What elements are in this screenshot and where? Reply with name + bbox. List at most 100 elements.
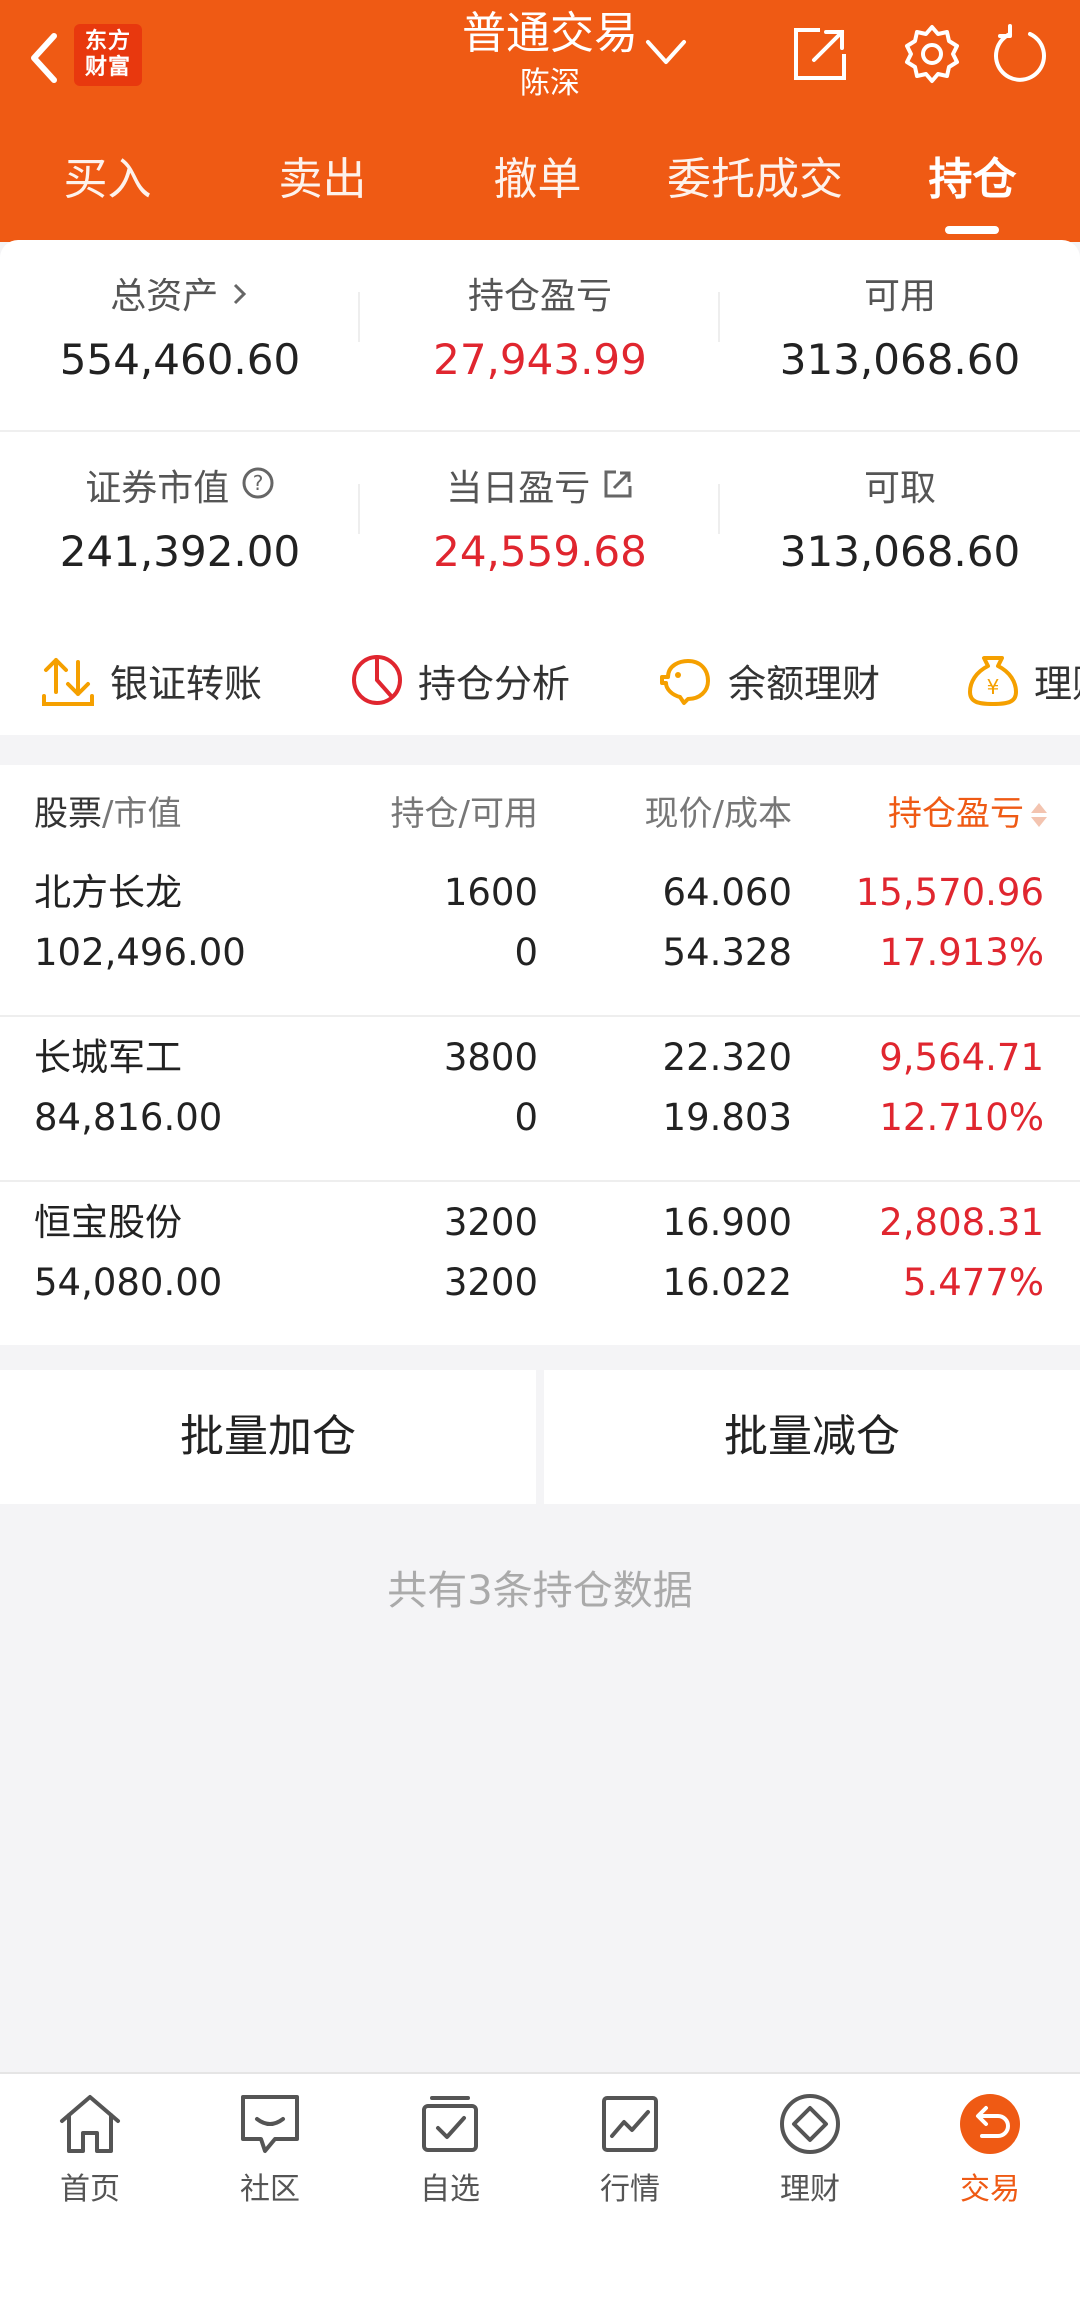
nav-home-label: 首页 <box>60 2172 120 2207</box>
divider <box>0 430 1080 432</box>
available-funds: 可用 313,068.60 <box>720 272 1080 390</box>
stock-cost: 16.022 <box>662 1261 792 1304</box>
tab-orders-fills[interactable]: 委托成交 <box>650 140 860 220</box>
daily-pl-value: 24,559.68 <box>433 527 647 576</box>
share-button[interactable] <box>788 22 852 86</box>
withdrawable-funds: 可取 313,068.60 <box>720 464 1080 582</box>
nav-community[interactable]: 社区 <box>180 2084 360 2234</box>
nav-market[interactable]: 行情 <box>540 2084 720 2234</box>
quick-actions: 银证转账 持仓分析 余额理财 ¥ 理财 <box>0 640 1080 720</box>
stock-price: 64.060 <box>662 871 792 914</box>
stock-position: 1600 <box>443 871 538 914</box>
nav-community-label: 社区 <box>240 2172 300 2207</box>
nav-market-label: 行情 <box>600 2172 660 2207</box>
gear-icon <box>905 25 959 83</box>
stock-position: 3200 <box>443 1201 538 1244</box>
bank-transfer-button[interactable]: 银证转账 <box>40 640 262 720</box>
table-row[interactable]: 长城军工 84,816.00 3800 0 22.320 19.803 9,56… <box>0 1028 1080 1192</box>
stock-pl: 2,808.31 <box>879 1201 1044 1244</box>
top-header: 东方 财富 普通交易 陈深 买入 卖出 撤单 委托成交 持仓 <box>0 0 1080 242</box>
position-pl-label: 持仓盈亏 <box>467 276 612 317</box>
wealth-management-button[interactable]: ¥ 理财 <box>966 640 1080 720</box>
trade-tabs: 买入 卖出 撤单 委托成交 持仓 <box>0 140 1080 234</box>
logo-text-1: 东方 <box>84 29 131 54</box>
stock-market-value: 84,816.00 <box>34 1096 223 1139</box>
bottom-nav: 首页 社区 自选 行情 理财 交易 <box>0 2072 1080 2302</box>
diamond-icon <box>780 2094 840 2154</box>
wealth-management-label: 理财 <box>1034 661 1080 706</box>
nav-home[interactable]: 首页 <box>0 2084 180 2234</box>
refresh-button[interactable] <box>988 22 1052 86</box>
stock-price: 16.900 <box>662 1201 792 1244</box>
header-pl[interactable]: 持仓盈亏 <box>888 789 1024 839</box>
stock-available: 3200 <box>443 1261 538 1304</box>
nav-trade-label: 交易 <box>960 2172 1020 2207</box>
balance-wealth-label: 余额理财 <box>728 661 881 706</box>
account-summary: 总资产 554,460.60 持仓盈亏 27,943.99 可用 313,068… <box>0 240 1080 735</box>
transfer-icon <box>42 658 94 706</box>
position-analysis-button[interactable]: 持仓分析 <box>350 640 570 720</box>
stock-pl-pct: 5.477% <box>902 1261 1044 1304</box>
header-position[interactable]: 持仓/可用 <box>391 789 538 839</box>
daily-pl[interactable]: 当日盈亏 24,559.68 <box>360 464 720 582</box>
stock-pl: 15,570.96 <box>855 871 1044 914</box>
divider <box>0 1015 1080 1017</box>
tab-buy[interactable]: 买入 <box>40 140 175 220</box>
refresh-icon <box>994 24 1046 82</box>
batch-add-button[interactable]: 批量加仓 <box>0 1370 536 1504</box>
balance-wealth-button[interactable]: 余额理财 <box>658 640 880 720</box>
help-icon: ? <box>242 467 274 499</box>
header-stock[interactable]: 股票/市值 <box>34 789 181 839</box>
tab-cancel-order[interactable]: 撤单 <box>470 140 605 220</box>
table-row[interactable]: 恒宝股份 54,080.00 3200 3200 16.900 16.022 2… <box>0 1193 1080 1357</box>
back-arrow-icon <box>31 33 57 83</box>
nav-watchlist-label: 自选 <box>420 2172 480 2207</box>
market-value-label: 证券市值 <box>85 468 230 509</box>
withdrawable-label: 可取 <box>863 468 936 509</box>
eastmoney-logo: 东方 财富 <box>74 24 142 86</box>
batch-reduce-button[interactable]: 批量减仓 <box>544 1370 1080 1504</box>
market-value[interactable]: 证券市值 ? 241,392.00 <box>0 464 360 582</box>
account-selector[interactable]: 普通交易 陈深 <box>400 4 700 114</box>
header-stock-label: 股票 <box>34 794 102 834</box>
tab-sell[interactable]: 卖出 <box>255 140 390 220</box>
position-pl-value: 27,943.99 <box>433 335 647 384</box>
table-row[interactable]: 北方长龙 102,496.00 1600 0 64.060 54.328 15,… <box>0 863 1080 1027</box>
holdings-table: 股票/市值 持仓/可用 现价/成本 持仓盈亏 北方长龙 102,496.00 1… <box>0 765 1080 1345</box>
tab-positions[interactable]: 持仓 <box>905 140 1040 220</box>
bank-transfer-label: 银证转账 <box>110 661 263 706</box>
stock-pl-pct: 12.710% <box>879 1096 1044 1139</box>
money-bag-icon: ¥ <box>968 656 1018 706</box>
stock-position: 3800 <box>443 1036 538 1079</box>
header-market-value-label: /市值 <box>102 794 182 834</box>
chevron-right-icon <box>233 283 246 305</box>
market-chart-icon <box>602 2096 658 2152</box>
trade-icon <box>960 2094 1020 2154</box>
chevron-down-icon <box>646 40 686 64</box>
nav-wealth[interactable]: 理财 <box>720 2084 900 2234</box>
stock-available: 0 <box>514 931 538 974</box>
logo-text-2: 财富 <box>84 55 131 80</box>
available-label: 可用 <box>863 276 936 317</box>
chat-icon <box>241 2095 299 2153</box>
sort-icon[interactable] <box>1028 801 1050 829</box>
stock-pl-pct: 17.913% <box>879 931 1044 974</box>
header-price[interactable]: 现价/成本 <box>645 789 792 839</box>
stock-name: 长城军工 <box>34 1036 182 1079</box>
settings-button[interactable] <box>900 22 964 86</box>
stock-price: 22.320 <box>662 1036 792 1079</box>
svg-text:¥: ¥ <box>987 675 1000 699</box>
market-value-value: 241,392.00 <box>59 527 301 576</box>
total-assets[interactable]: 总资产 554,460.60 <box>0 272 360 390</box>
stock-market-value: 54,080.00 <box>34 1261 223 1304</box>
back-button[interactable] <box>20 28 68 88</box>
position-pl: 持仓盈亏 27,943.99 <box>360 272 720 390</box>
home-icon <box>60 2095 120 2153</box>
total-assets-value: 554,460.60 <box>59 335 301 384</box>
daily-pl-label: 当日盈亏 <box>446 468 591 509</box>
stock-name: 恒宝股份 <box>34 1201 182 1244</box>
nav-watchlist[interactable]: 自选 <box>360 2084 540 2234</box>
nav-trade[interactable]: 交易 <box>900 2084 1080 2234</box>
stock-name: 北方长龙 <box>34 871 182 914</box>
active-tab-indicator <box>945 226 999 234</box>
